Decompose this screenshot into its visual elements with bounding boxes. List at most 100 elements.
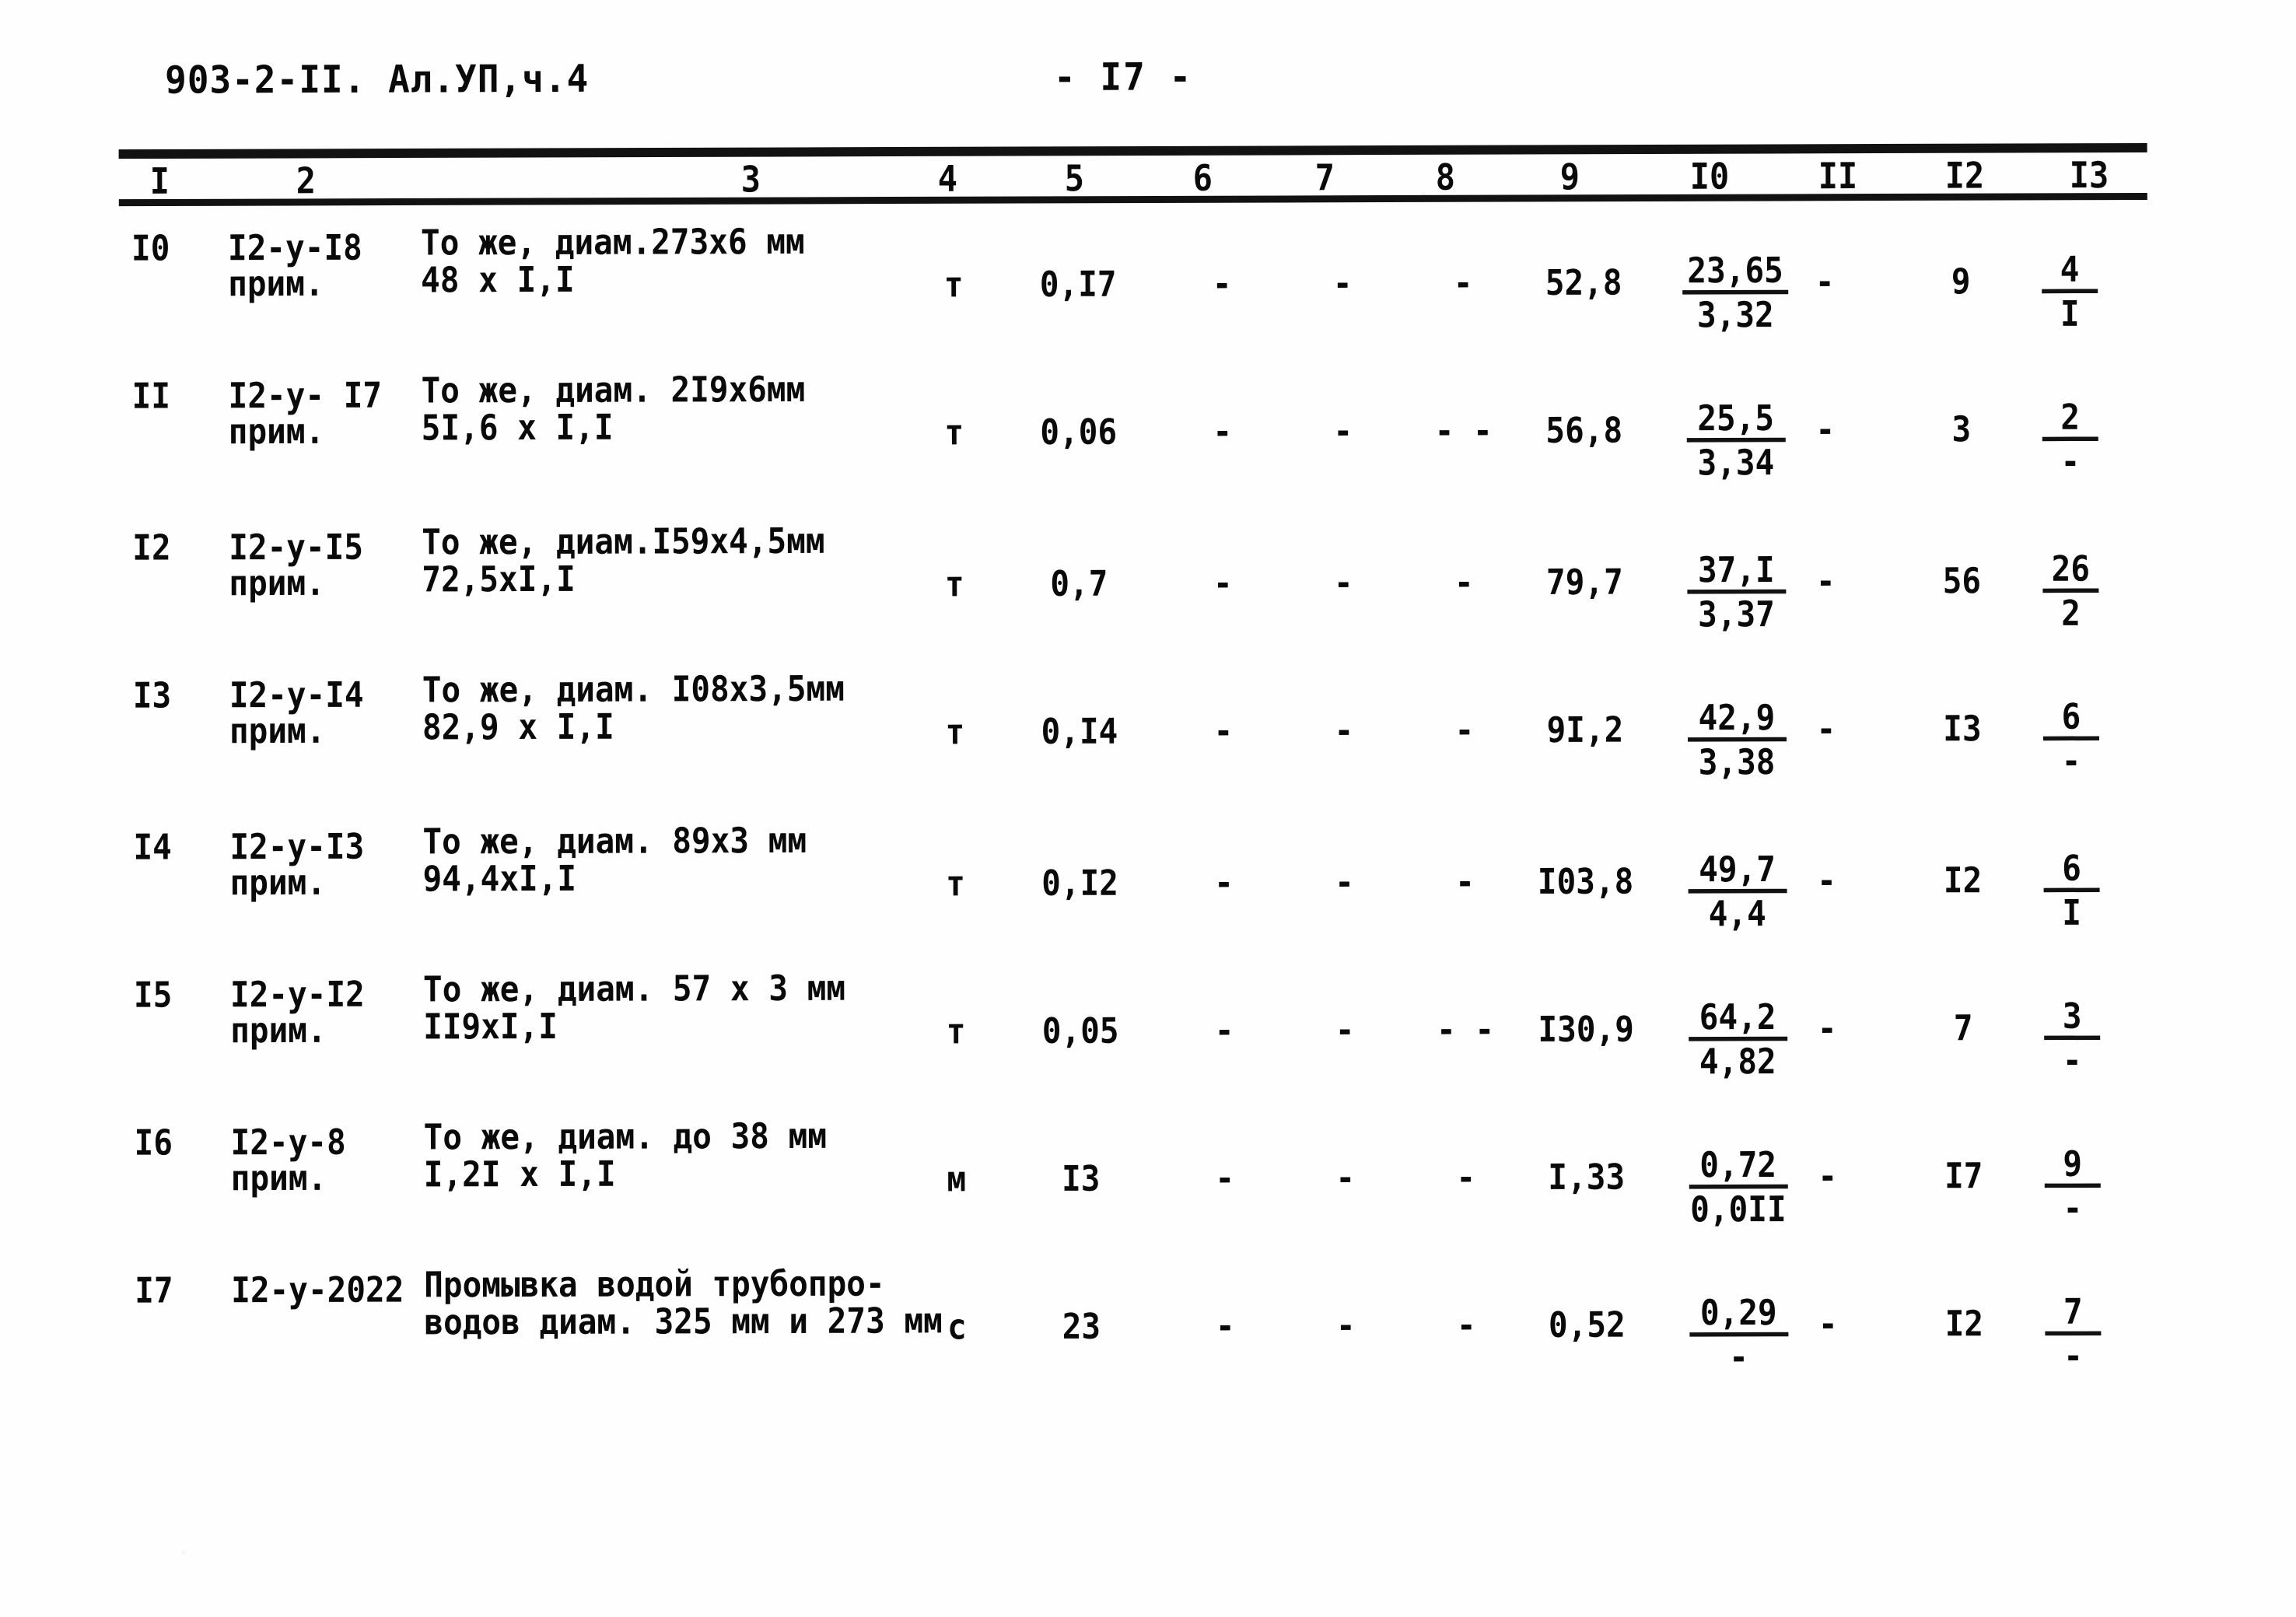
row-index: I0 [131, 227, 170, 269]
row-col6-value: - [1213, 710, 1234, 752]
row-col13-fraction: 7- [1995, 1291, 2151, 1377]
row-col13-fraction-numerator: 2 [2042, 397, 2098, 442]
column-header-13: I3 [2069, 154, 2109, 197]
row-col13-fraction-numerator: 26 [2042, 548, 2099, 593]
row-index: I4 [133, 826, 172, 868]
row-col13-fraction: 2- [1993, 397, 2148, 482]
column-header-2: 2 [296, 159, 317, 202]
row-unit: т [944, 411, 964, 453]
row-col13-fraction-denominator: I [2062, 892, 2082, 933]
row-col10-fraction-numerator: 64,2 [1688, 996, 1787, 1041]
row-col7-value: - [1334, 709, 1354, 751]
row-col9-value: I03,8 [1537, 860, 1634, 902]
row-col9-value: I30,9 [1538, 1008, 1634, 1050]
row-code-note: прим. [228, 263, 324, 305]
row-col10-fraction: 23,65 3,32 [1657, 250, 1813, 335]
row-col10-fraction-numerator: 42,9 [1687, 697, 1787, 742]
row-col6-value: - [1214, 1010, 1234, 1052]
row-col10-fraction: 0,29- [1661, 1292, 1816, 1378]
row-col10-fraction: 37,I 3,37 [1658, 549, 1814, 635]
row-col6-value: - [1212, 263, 1232, 305]
row-col13-fraction-numerator: 6 [2043, 848, 2100, 893]
row-col7-value: - [1335, 1157, 1356, 1199]
row-description-2: I,2I х I,I [423, 1153, 616, 1195]
row-description: То же, диам. до 38 мм [423, 1115, 828, 1158]
table-row: I6 I2-у-8 прим. То же, диам. до 38 мм I,2I х… [3, 1108, 2296, 1248]
row-col13-fraction-denominator: - [2063, 1188, 2083, 1229]
row-code: I2-у-8 [230, 1121, 346, 1164]
table-row: I3 I2-у-I4 прим. То же, диам. I08х3,5мм 82,9… [2, 661, 2296, 800]
row-code-note: прим. [228, 411, 325, 453]
row-col7-value: - [1335, 1009, 1355, 1051]
row-col13-fraction: 3- [1994, 996, 2150, 1081]
table-row: I7 I2-у-2022 Промывка водой трубопро-водов… [4, 1256, 2296, 1395]
row-col6-value: - [1215, 1305, 1235, 1347]
row-description-2: II9хI,I [423, 1006, 558, 1048]
row-code-note: прим. [229, 710, 326, 752]
table-row: II I2-у- I7 прим. То же, диам. 2I9х6мм 5I,6 … [1, 362, 2296, 501]
row-unit: т [943, 264, 964, 306]
column-header-10: I0 [1689, 155, 1730, 198]
row-col6-value: - [1214, 862, 1234, 904]
row-description-2: 94,4хI,I [422, 858, 577, 900]
row-col10-fraction-denominator: 3,37 [1698, 593, 1775, 635]
row-code-note: прим. [229, 862, 327, 904]
row-col13-fraction: 6I [1993, 848, 2149, 933]
row-description: То же, диам.273х6 мм [420, 221, 805, 264]
row-col6-value: - [1213, 411, 1233, 453]
row-description-2: 72,5хI,I [422, 558, 576, 600]
row-col7-value: - [1335, 1304, 1356, 1346]
row-col10-fraction-numerator: 49,7 [1687, 849, 1787, 894]
row-code-note: прим. [229, 562, 325, 604]
row-description: То же, диам. I08х3,5мм [422, 667, 845, 711]
table-body: I0 I2-у-I8 прим. То же, диам.273х6 мм 48 х I… [0, 0, 2296, 1377]
row-col10-fraction-denominator: - [1729, 1336, 1748, 1378]
row-col5-value: 0,06 [1040, 411, 1118, 453]
column-header-11: II [1818, 155, 1858, 198]
row-description: То же, диам. 2I9х6мм [421, 369, 806, 411]
row-col9-value: 79,7 [1545, 561, 1623, 603]
column-header-5: 5 [1064, 157, 1085, 200]
row-description-2: водов диам. 325 мм и 273 мм [424, 1300, 943, 1343]
row-col13-fraction-denominator: - [2063, 1335, 2083, 1377]
row-col10-fraction: 49,7 4,4 [1659, 849, 1815, 935]
row-code-note: прим. [230, 1010, 327, 1052]
row-code: I2-у-I8 [227, 226, 362, 269]
row-col10-fraction-denominator: 4,82 [1699, 1041, 1776, 1083]
row-index: I3 [132, 674, 172, 716]
row-code-note: прим. [230, 1157, 327, 1199]
row-code: I2-у-I3 [229, 825, 365, 868]
table-row: I2 I2-у-I5 прим. То же, диам.I59х4,5мм 72,5х… [2, 513, 2296, 653]
row-index: I2 [132, 527, 171, 569]
column-header-7: 7 [1314, 156, 1335, 199]
row-description-2: 5I,6 х I,I [421, 406, 614, 449]
row-col13-fraction: 6- [1993, 696, 2149, 782]
row-description: Промывка водой трубопро- [424, 1262, 885, 1306]
row-col9-value: 56,8 [1545, 409, 1623, 451]
row-code: I2-у-I4 [229, 674, 364, 716]
column-header-8: 8 [1435, 156, 1456, 198]
row-description: То же, диам. 89х3 мм [422, 820, 807, 863]
row-col13-fraction: 4I [1992, 249, 2147, 334]
row-col13-fraction: 26 2 [1993, 548, 2148, 634]
row-col10-fraction: 25,5 3,34 [1658, 397, 1814, 483]
row-col13-fraction-denominator: - [2062, 1040, 2082, 1081]
row-description-2: 82,9 х I,I [422, 705, 614, 748]
row-col13-fraction: 9- [1995, 1143, 2151, 1229]
row-index: I6 [134, 1122, 173, 1164]
row-code: I2-у-I5 [229, 526, 364, 569]
row-col13-fraction-numerator: 3 [2044, 996, 2101, 1041]
row-col10-fraction-denominator: 4,4 [1708, 893, 1766, 935]
row-description-2: 48 х I,I [421, 259, 575, 301]
table-row: I0 I2-у-I8 прим. То же, диам.273х6 мм 48 х I… [1, 214, 2296, 353]
document-header: 903-2-II. Ал.УП,ч.4 - I7 - [0, 51, 2296, 112]
column-header-1: I [149, 159, 170, 202]
data-table: I 2 3 4 5 6 7 8 9 I0 II I2 I3 I0 I2-у-I8 п… [0, 0, 2296, 1377]
row-description: То же, диам. 57 х 3 мм [422, 967, 846, 1010]
column-header-9: 9 [1559, 156, 1580, 198]
row-col6-value: - [1213, 562, 1233, 604]
row-col5-value: 23 [1062, 1305, 1101, 1347]
row-col5-value: 0,I4 [1041, 710, 1118, 752]
row-index: I5 [133, 974, 173, 1016]
row-col10-fraction: 64,2 4,82 [1660, 996, 1815, 1083]
